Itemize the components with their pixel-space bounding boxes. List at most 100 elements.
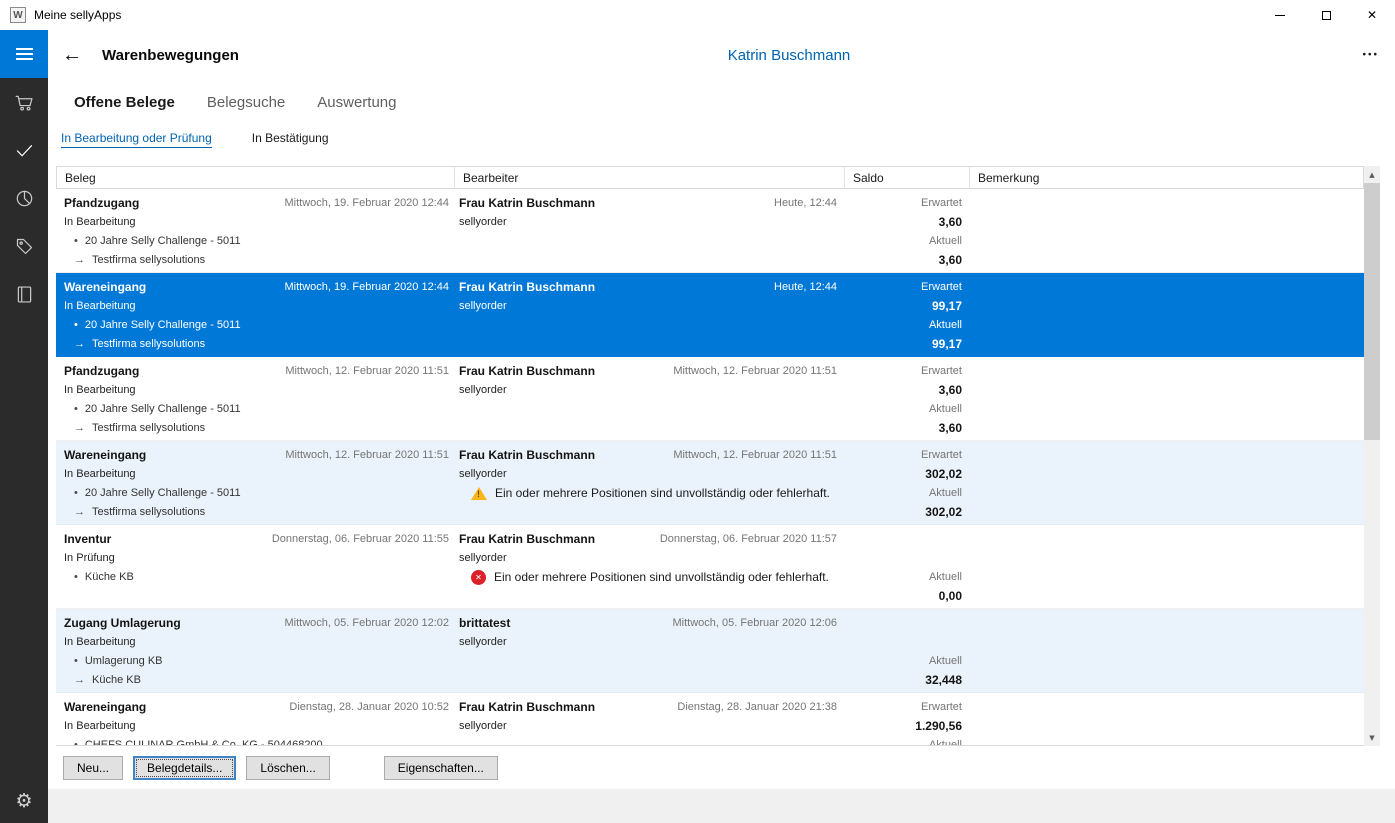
sidebar-item-statistics[interactable] [0,174,48,222]
saldo-cell: Erwartet 3,60 Aktuell 3,60 [845,357,970,440]
bullet-icon: • [74,400,78,419]
saldo-erwartet-value: 3,60 [845,213,962,232]
editor-date: Heute, 12:44 [774,278,837,297]
bearbeiter-cell: brittatest Mittwoch, 05. Februar 2020 12… [455,609,845,692]
doc-status: In Bearbeitung [64,213,449,232]
bullet-icon: • [74,484,78,503]
doc-date: Mittwoch, 19. Februar 2020 12:44 [285,194,449,213]
tab-offene-belege[interactable]: Offene Belege [74,94,175,111]
table-row[interactable]: Pfandzugang Mittwoch, 19. Februar 2020 1… [56,189,1364,273]
doc-item: Umlagerung KB [85,652,163,671]
more-options-button[interactable]: ••• [1362,50,1379,61]
doc-target: Küche KB [92,671,141,690]
saldo-aktuell-value: 302,02 [845,503,962,522]
beleg-cell: Wareneingang Dienstag, 28. Januar 2020 1… [56,693,455,745]
column-header-beleg[interactable]: Beleg [57,167,455,188]
saldo-erwartet-label: Erwartet [845,278,962,297]
editor-name: Frau Katrin Buschmann [459,446,595,465]
saldo-erwartet-value: 99,17 [845,297,962,316]
sidebar-item-tags[interactable] [0,222,48,270]
tab-belegsuche[interactable]: Belegsuche [207,94,285,111]
bearbeiter-cell: Frau Katrin Buschmann Donnerstag, 06. Fe… [455,525,845,608]
table-row[interactable]: Pfandzugang Mittwoch, 12. Februar 2020 1… [56,357,1364,441]
doc-item: Küche KB [85,568,134,587]
beleg-cell: Pfandzugang Mittwoch, 12. Februar 2020 1… [56,357,455,440]
book-icon [14,284,35,305]
filter-in-bearbeitung[interactable]: In Bearbeitung oder Prüfung [61,131,212,148]
table-row[interactable]: Inventur Donnerstag, 06. Februar 2020 11… [56,525,1364,609]
menu-button[interactable] [0,30,48,78]
action-button-bar: Neu... Belegdetails... Löschen... Eigens… [48,746,1395,789]
vertical-scrollbar[interactable]: ▲ ▼ [1364,166,1380,746]
saldo-cell: Aktuell 0,00 [845,525,970,608]
doc-type: Zugang Umlagerung [64,614,181,633]
saldo-aktuell-label: Aktuell [845,484,962,503]
editor-date: Dienstag, 28. Januar 2020 21:38 [677,698,837,717]
settings-button[interactable]: ⚙ [0,779,48,823]
table-row[interactable]: Zugang Umlagerung Mittwoch, 05. Februar … [56,609,1364,693]
warning-text: Ein oder mehrere Positionen sind unvolls… [494,568,829,587]
column-header-saldo[interactable]: Saldo [845,167,970,188]
column-header-bearbeiter[interactable]: Bearbeiter [455,167,845,188]
bearbeiter-cell: Frau Katrin Buschmann Heute, 12:44 selly… [455,273,845,356]
remark-cell [970,189,1364,272]
table-row[interactable]: Wareneingang Mittwoch, 19. Februar 2020 … [56,273,1364,357]
target-arrow-icon: → [74,251,85,270]
editor-name: brittatest [459,614,510,633]
doc-item: 20 Jahre Selly Challenge - 5011 [85,484,241,503]
sidebar-item-cart[interactable] [0,78,48,126]
filter-in-bestaetigung[interactable]: In Bestätigung [252,131,329,147]
doc-status: In Bearbeitung [64,465,449,484]
sidebar-item-tasks[interactable] [0,126,48,174]
eigenschaften-button[interactable]: Eigenschaften... [384,756,498,780]
saldo-aktuell-label: Aktuell [845,316,962,335]
doc-target: Testfirma sellysolutions [92,503,205,522]
table-body: Pfandzugang Mittwoch, 19. Februar 2020 1… [56,189,1364,745]
saldo-aktuell-value: 3,60 [845,251,962,270]
editor-name: Frau Katrin Buschmann [459,362,595,381]
remark-cell [970,525,1364,608]
pie-chart-icon [14,188,35,209]
editor-name: Frau Katrin Buschmann [459,530,595,549]
saldo-erwartet-label: Erwartet [845,446,962,465]
saldo-aktuell-value: 99,17 [845,335,962,354]
loeschen-button[interactable]: Löschen... [246,756,329,780]
tab-auswertung[interactable]: Auswertung [317,94,396,111]
scroll-up-button[interactable]: ▲ [1364,166,1380,183]
editor-name: Frau Katrin Buschmann [459,194,595,213]
doc-type: Pfandzugang [64,362,139,381]
table-row[interactable]: Wareneingang Mittwoch, 12. Februar 2020 … [56,441,1364,525]
saldo-aktuell-value: 0,00 [845,587,962,606]
column-header-bemerkung[interactable]: Bemerkung [970,167,1363,188]
doc-status: In Bearbeitung [64,717,449,736]
editor-system: sellyorder [459,297,837,316]
neu-button[interactable]: Neu... [63,756,123,780]
saldo-cell: Erwartet 302,02 Aktuell 302,02 [845,441,970,524]
sidebar-item-journal[interactable] [0,270,48,318]
editor-date: Mittwoch, 12. Februar 2020 11:51 [673,362,837,381]
bullet-icon: • [74,736,78,745]
scrollbar-track[interactable] [1364,183,1380,729]
bullet-icon: • [74,652,78,671]
scroll-down-button[interactable]: ▼ [1364,729,1380,746]
doc-item: 20 Jahre Selly Challenge - 5011 [85,400,241,419]
doc-date: Mittwoch, 05. Februar 2020 12:02 [285,614,449,633]
app-icon: W [10,7,26,23]
doc-type: Wareneingang [64,278,146,297]
target-arrow-icon: → [74,335,85,354]
saldo-cell: Erwartet 1.290,56 Aktuell [845,693,970,745]
check-icon [14,140,35,161]
doc-type: Inventur [64,530,111,549]
table-row[interactable]: Wareneingang Dienstag, 28. Januar 2020 1… [56,693,1364,745]
beleg-cell: Zugang Umlagerung Mittwoch, 05. Februar … [56,609,455,692]
tag-icon [14,236,35,257]
maximize-button[interactable] [1303,0,1349,30]
saldo-aktuell-value: 3,60 [845,419,962,438]
belegdetails-button[interactable]: Belegdetails... [133,756,236,780]
scrollbar-thumb[interactable] [1364,183,1380,440]
back-button[interactable]: ← [62,45,82,65]
close-button[interactable]: ✕ [1349,0,1395,30]
minimize-button[interactable] [1257,0,1303,30]
saldo-erwartet-label: Erwartet [845,194,962,213]
doc-date: Mittwoch, 12. Februar 2020 11:51 [285,362,449,381]
